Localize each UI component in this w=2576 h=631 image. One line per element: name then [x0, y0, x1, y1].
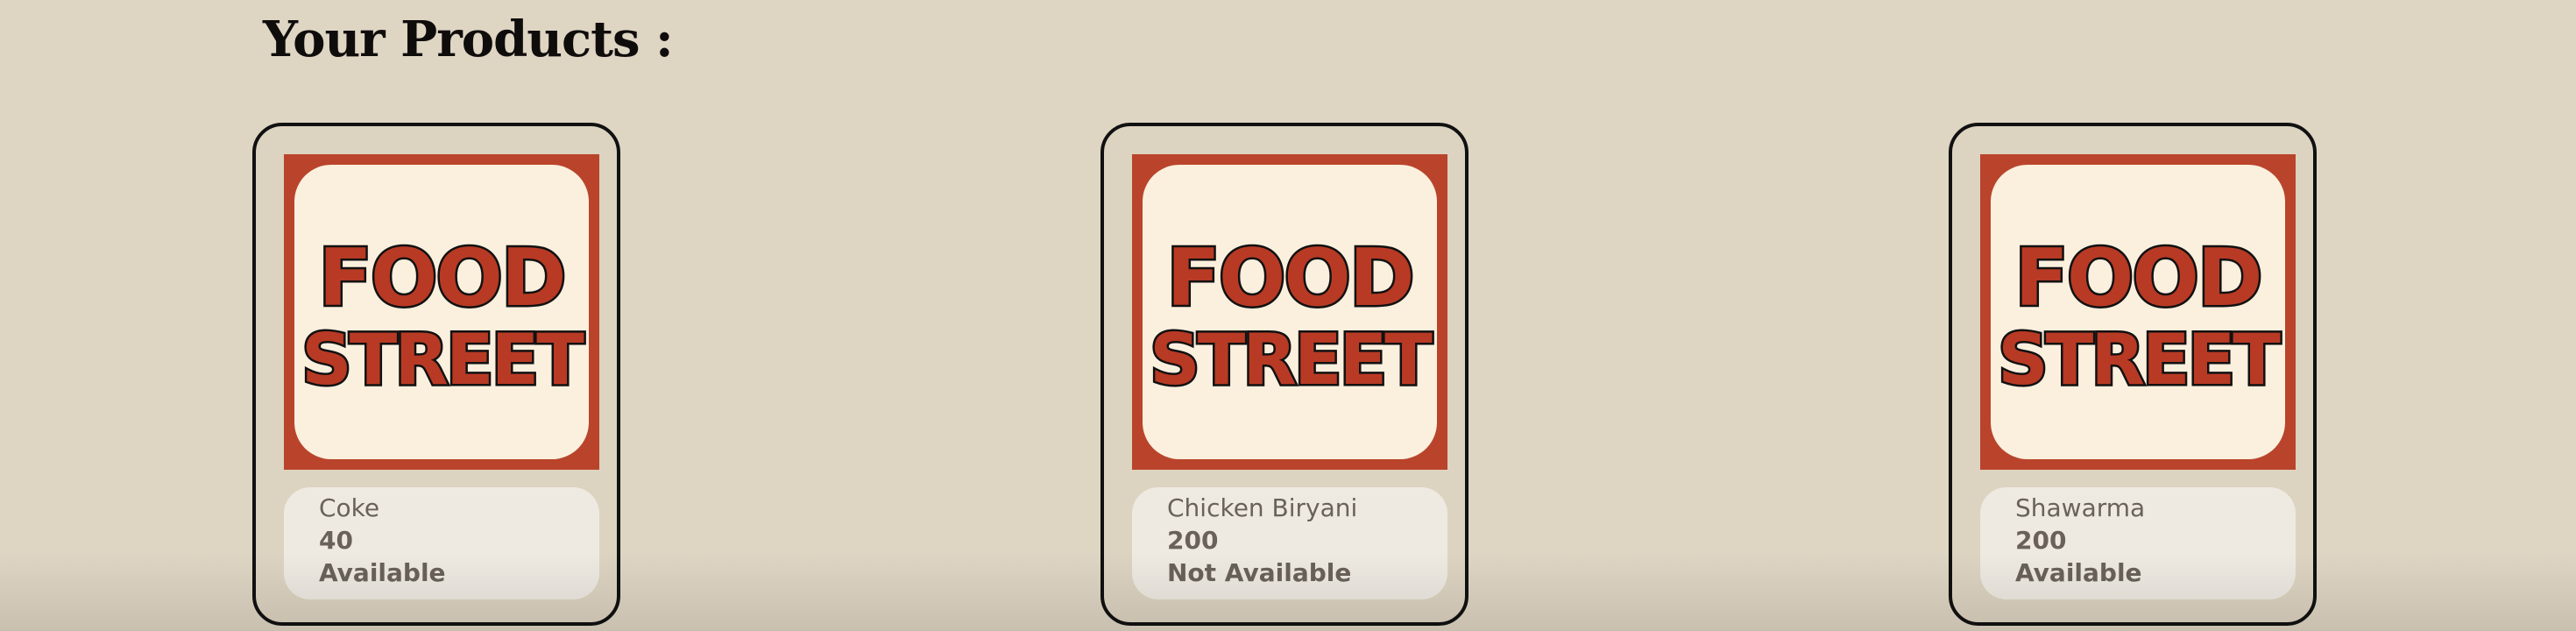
product-info: Chicken Biryani 200 Not Available	[1132, 487, 1447, 599]
product-list: FOOD STREET Coke 40 Available FOOD STREE…	[0, 0, 2576, 631]
product-info: Shawarma 200 Available	[1980, 487, 2296, 599]
product-availability: Available	[319, 558, 446, 587]
product-availability: Available	[2015, 558, 2142, 587]
product-name: Chicken Biryani	[1167, 493, 1358, 522]
product-image: FOOD STREET	[284, 154, 599, 470]
food-street-logo: FOOD STREET	[1132, 154, 1447, 470]
product-card[interactable]: FOOD STREET Chicken Biryani 200 Not Avai…	[1100, 123, 1468, 626]
product-card[interactable]: FOOD STREET Coke 40 Available	[252, 123, 620, 626]
product-availability: Not Available	[1167, 558, 1352, 587]
svg-text:FOOD: FOOD	[2014, 232, 2261, 324]
product-price: 40	[319, 526, 353, 555]
svg-text:STREET: STREET	[1998, 319, 2281, 401]
svg-text:FOOD: FOOD	[1166, 232, 1412, 324]
food-street-logo: FOOD STREET	[284, 154, 599, 470]
product-name: Coke	[319, 493, 380, 522]
svg-text:STREET: STREET	[1150, 319, 1433, 401]
svg-text:FOOD: FOOD	[318, 232, 564, 324]
product-image: FOOD STREET	[1132, 154, 1447, 470]
product-card[interactable]: FOOD STREET Shawarma 200 Available	[1949, 123, 2317, 626]
svg-text:STREET: STREET	[301, 319, 584, 401]
food-street-logo: FOOD STREET	[1980, 154, 2296, 470]
product-price: 200	[2015, 526, 2067, 555]
product-name: Shawarma	[2015, 493, 2146, 522]
product-image: FOOD STREET	[1980, 154, 2296, 470]
product-info: Coke 40 Available	[284, 487, 599, 599]
product-price: 200	[1167, 526, 1219, 555]
